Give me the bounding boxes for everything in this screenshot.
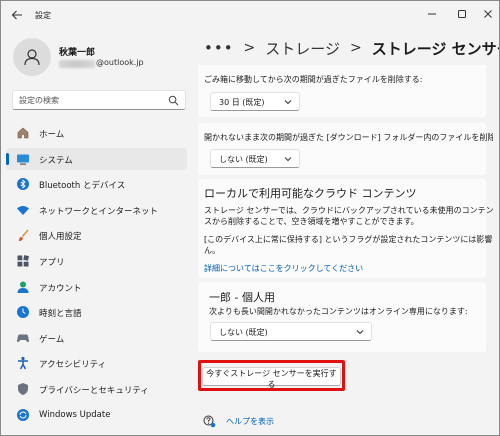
sidebar-item-label: ゲーム <box>39 334 65 345</box>
recycle-bin-card: ごみ箱に移動してから次の期間が過ぎたファイルを削除する: 30 日 (既定) <box>198 65 486 117</box>
account-icon <box>17 281 29 293</box>
sidebar-item-windows-update[interactable]: Windows Update <box>6 404 187 426</box>
sidebar-item-system[interactable]: システム <box>6 147 187 170</box>
user-icon <box>24 49 40 66</box>
sidebar-item-label: プライバシーとセキュリティ <box>39 385 149 396</box>
breadcrumb-storage-link[interactable]: ストレージ <box>265 38 340 59</box>
sidebar-item-network[interactable]: ネットワークとインターネット <box>6 199 187 221</box>
page-title: ストレージ センサー <box>371 39 500 58</box>
dropdown-value: しない (既定) <box>219 328 268 337</box>
breadcrumb-separator: > <box>243 40 256 56</box>
breadcrumb-separator: > <box>349 40 362 56</box>
search-icon[interactable] <box>168 95 179 106</box>
help-icon[interactable] <box>203 415 216 428</box>
profile-name: 秋葉一郎 <box>59 48 96 58</box>
personal-description: 次よりも長い間開かれなかったコンテンツはオンライン専用になります: <box>209 307 468 316</box>
maximize-icon <box>458 10 466 18</box>
home-icon <box>17 127 29 139</box>
chevron-down-icon <box>284 100 292 105</box>
dropdown-value: 30 日 (既定) <box>219 98 265 107</box>
sidebar-item-label: アカウント <box>39 283 82 294</box>
cloud-description-line-1: ストレージ センサーでは、クラウドにバックアップされている未使用のコンテンツをデ… <box>204 206 493 215</box>
app-title: 設定 <box>35 11 51 20</box>
game-icon <box>17 334 29 342</box>
sidebar-item-label: Bluetooth とデバイス <box>39 181 126 192</box>
sidebar-item-label: ネットワークとインターネット <box>39 206 159 217</box>
breadcrumb-more-button[interactable]: ••• <box>204 39 234 57</box>
settings-window: 設定 秋葉一郎 @outlook.jp ホーム <box>0 0 500 436</box>
apps-icon <box>17 255 29 267</box>
cloud-content-card: ローカルで利用可能なクラウド コンテンツ ストレージ センサーでは、クラウドにバ… <box>198 179 493 278</box>
sidebar-item-account[interactable]: アカウント <box>6 276 187 298</box>
maximize-button[interactable] <box>451 5 473 23</box>
sidebar-item-label: 時刻と言語 <box>39 309 82 320</box>
personal-section-title: 一郎 - 個人用 <box>209 291 275 304</box>
downloads-dropdown[interactable]: しない (既定) <box>210 149 300 168</box>
close-icon <box>484 10 492 18</box>
shield-icon <box>18 382 28 395</box>
downloads-label: 開かれないまま次の期間が過ぎた [ダウンロード] フォルダー内のファイルを削除す… <box>204 133 493 142</box>
dropdown-value: しない (既定) <box>219 155 268 164</box>
sidebar-item-home[interactable]: ホーム <box>6 122 187 144</box>
cloud-note-line-2: ん。 <box>204 246 220 255</box>
learn-more-link[interactable]: 詳細についてはここをクリックしてください <box>204 263 363 274</box>
title-bar: 設定 <box>1 1 499 29</box>
sidebar-item-label: 個人用設定 <box>39 232 82 243</box>
back-button[interactable] <box>10 8 24 22</box>
accessibility-icon <box>18 357 28 370</box>
cloud-note-line-1: [このデバイス上に常に保持する] というフラグが設定されたコンテンツには影響しま… <box>204 235 493 244</box>
bluetooth-icon <box>17 178 29 191</box>
email-redaction <box>59 60 95 68</box>
cloud-description-line-2: スから削除することで、空き領域を増やすことができます。 <box>204 217 419 226</box>
back-arrow-icon <box>11 10 22 20</box>
cloud-section-title: ローカルで利用可能なクラウド コンテンツ <box>204 187 417 200</box>
search-input[interactable] <box>19 94 169 107</box>
chevron-down-icon <box>356 330 364 335</box>
brush-icon <box>19 229 29 242</box>
sidebar-item-label: アプリ <box>39 257 65 268</box>
system-icon <box>17 154 29 165</box>
profile-email: @outlook.jp <box>96 58 144 67</box>
downloads-card: 開かれないまま次の期間が過ぎた [ダウンロード] フォルダー内のファイルを削除す… <box>198 123 493 175</box>
chevron-down-icon <box>284 157 292 162</box>
sidebar-item-time-language[interactable]: 時刻と言語 <box>6 301 187 323</box>
time-language-icon <box>17 306 29 319</box>
minimize-button[interactable] <box>421 5 443 23</box>
highlight-annotation <box>198 360 345 391</box>
sidebar-item-apps[interactable]: アプリ <box>6 250 187 272</box>
personal-dropdown[interactable]: しない (既定) <box>210 322 372 341</box>
sidebar-item-bluetooth[interactable]: Bluetooth とデバイス <box>6 173 187 195</box>
avatar[interactable] <box>13 38 51 76</box>
sidebar-item-label: Windows Update <box>39 409 111 420</box>
breadcrumb: ••• > ストレージ > ストレージ センサー <box>204 37 500 59</box>
active-indicator <box>6 152 9 165</box>
sidebar-nav: ホーム システム Bluetooth とデバイス ネットワークとインターネット <box>6 122 187 429</box>
network-icon <box>17 205 29 215</box>
minimize-icon <box>428 13 436 15</box>
sidebar-item-label: アクセシビリティ <box>39 360 107 371</box>
sidebar-item-privacy[interactable]: プライバシーとセキュリティ <box>6 378 187 400</box>
search-box <box>12 90 186 110</box>
main-content: ごみ箱に移動してから次の期間が過ぎたファイルを削除する: 30 日 (既定) 開… <box>191 65 493 435</box>
personal-account-card: 一郎 - 個人用 次よりも長い間開かれなかったコンテンツはオンライン専用になりま… <box>198 282 486 352</box>
update-icon <box>17 408 29 421</box>
sidebar-item-personalization[interactable]: 個人用設定 <box>6 224 187 246</box>
recycle-bin-dropdown[interactable]: 30 日 (既定) <box>210 92 300 111</box>
sidebar-item-label: システム <box>39 155 73 166</box>
sidebar-item-gaming[interactable]: ゲーム <box>6 327 187 349</box>
sidebar-item-label: ホーム <box>39 130 65 140</box>
recycle-bin-label: ごみ箱に移動してから次の期間が過ぎたファイルを削除する: <box>204 75 423 84</box>
sidebar-item-accessibility[interactable]: アクセシビリティ <box>6 352 187 374</box>
get-help-link[interactable]: ヘルプを表示 <box>226 416 274 427</box>
close-button[interactable] <box>477 5 499 23</box>
